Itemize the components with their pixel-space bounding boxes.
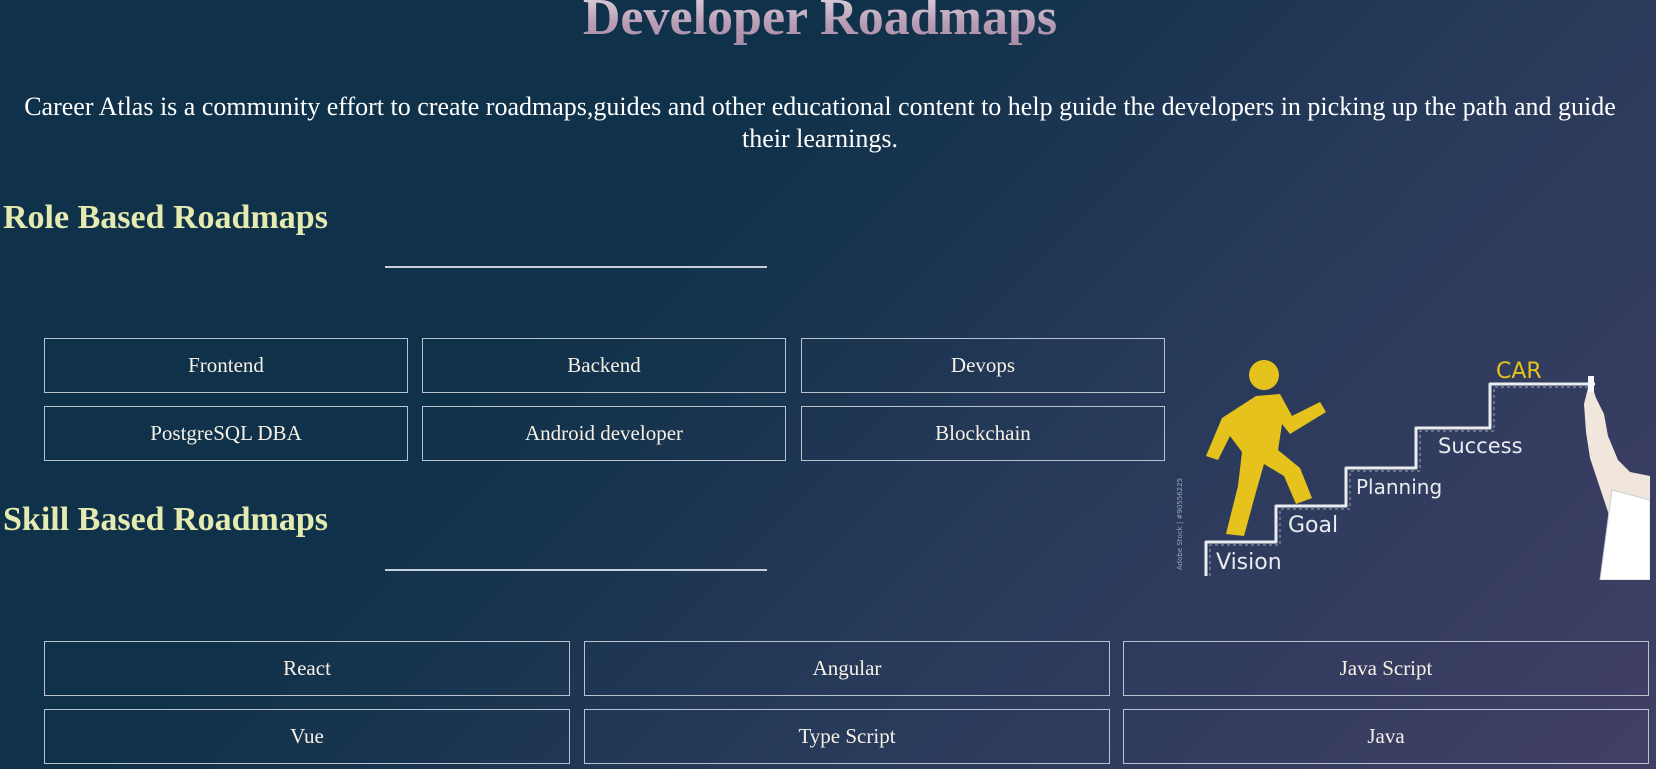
roadmap-button-java-script[interactable]: Java Script bbox=[1123, 641, 1649, 696]
roadmap-button-devops[interactable]: Devops bbox=[801, 338, 1165, 393]
roadmap-button-android-developer[interactable]: Android developer bbox=[422, 406, 786, 461]
roadmap-button-angular[interactable]: Angular bbox=[584, 641, 1110, 696]
roadmap-button-java[interactable]: Java bbox=[1123, 709, 1649, 764]
roadmap-button-blockchain[interactable]: Blockchain bbox=[801, 406, 1165, 461]
roadmap-button-backend[interactable]: Backend bbox=[422, 338, 786, 393]
roadmap-button-postgresql-dba[interactable]: PostgreSQL DBA bbox=[44, 406, 408, 461]
role-heading-divider bbox=[385, 266, 767, 268]
skill-heading-divider bbox=[385, 569, 767, 571]
step-label-goal: Goal bbox=[1288, 513, 1338, 538]
roadmap-button-vue[interactable]: Vue bbox=[44, 709, 570, 764]
step-label-success: Success bbox=[1438, 434, 1523, 458]
skill-based-heading: Skill Based Roadmaps bbox=[3, 501, 328, 538]
step-label-car: CAR bbox=[1496, 359, 1542, 384]
stock-watermark: Adobe Stock | #90556225 bbox=[1176, 478, 1184, 570]
role-based-heading: Role Based Roadmaps bbox=[3, 199, 328, 236]
step-label-planning: Planning bbox=[1356, 475, 1442, 499]
intro-text: Career Atlas is a community effort to cr… bbox=[24, 92, 1616, 153]
roadmap-button-react[interactable]: React bbox=[44, 641, 570, 696]
page-title: Developer Roadmaps bbox=[0, 0, 1640, 48]
career-steps-illustration: Vision Goal Planning Success CAR Adobe S… bbox=[1176, 359, 1650, 580]
hand-with-chalk-icon bbox=[1584, 376, 1650, 580]
roadmap-button-type-script[interactable]: Type Script bbox=[584, 709, 1110, 764]
climbing-person-icon bbox=[1206, 360, 1326, 536]
step-label-vision: Vision bbox=[1216, 550, 1282, 575]
roadmap-button-frontend[interactable]: Frontend bbox=[44, 338, 408, 393]
